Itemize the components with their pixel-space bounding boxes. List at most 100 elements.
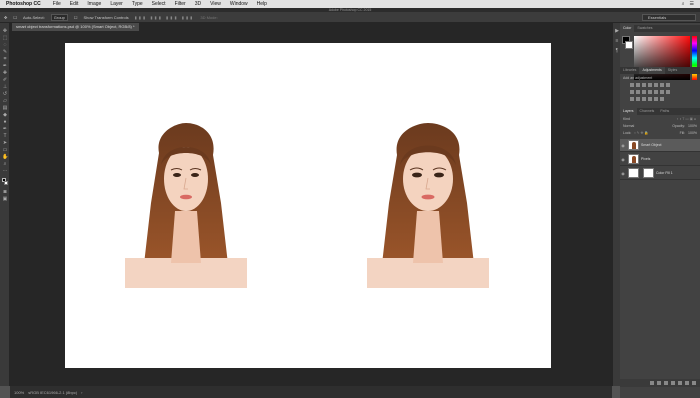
path-select-tool-icon[interactable]: ➤ [2, 141, 8, 146]
fill-value[interactable]: 100% [688, 131, 697, 135]
fx-icon[interactable] [657, 381, 661, 385]
right-panels: Color Swatches Libraries Adjustments Sty… [620, 23, 700, 398]
auto-select-label: Auto-Select: [22, 14, 45, 20]
layer-row-pixels[interactable]: ◉ Pixels [620, 153, 700, 166]
marquee-tool-icon[interactable]: ⬚ [2, 36, 8, 41]
adjustment-hint: Add an adjustment [623, 76, 653, 80]
layer-thumbnail [628, 140, 639, 150]
layer-row-smart-object[interactable]: ◉ Smart Object [620, 139, 700, 152]
document-tab-bar: smart object transformations.psd @ 100% … [10, 23, 622, 31]
app-menu[interactable]: Photoshop CC [6, 1, 41, 7]
stamp-tool-icon[interactable]: ⊥ [2, 85, 8, 90]
blend-mode-dropdown[interactable]: Normal [623, 124, 634, 128]
filter-icons[interactable]: ▪ ◑ T ▭ ▣ ● [677, 117, 696, 121]
link-icon[interactable] [650, 381, 654, 385]
menu-filter[interactable]: Filter [175, 1, 186, 7]
align-icons[interactable]: ▮▮▮ ▮▮▮ ▮▮▮ ▮▮▮ [135, 15, 195, 20]
dodge-tool-icon[interactable]: ● [2, 120, 8, 125]
menu-icon[interactable]: ☰ [690, 1, 694, 7]
tab-layers[interactable]: Layers [620, 108, 637, 115]
eye-icon[interactable]: ◉ [620, 143, 626, 148]
background-color-swatch[interactable] [625, 41, 633, 49]
menu-select[interactable]: Select [152, 1, 166, 7]
adjustment-icons-row-2[interactable] [630, 90, 670, 94]
quick-select-tool-icon[interactable]: ✎ [2, 50, 8, 55]
adjustment-icon[interactable] [671, 381, 675, 385]
tab-adjustments[interactable]: Adjustments [639, 67, 665, 74]
layers-panel-tabs: Layers Channels Paths [620, 108, 700, 115]
brush-tool-icon[interactable]: ✐ [2, 78, 8, 83]
lock-label: Lock: [623, 131, 632, 135]
menu-image[interactable]: Image [87, 1, 101, 7]
gradient-tool-icon[interactable]: ▤ [2, 106, 8, 111]
chevron-right-icon[interactable]: › [81, 390, 82, 395]
trash-icon[interactable] [692, 381, 696, 385]
document-info[interactable]: sRGB IEC61966-2.1 (8bpc) [28, 390, 77, 395]
color-swatches-icon[interactable] [2, 178, 8, 187]
collapsed-panels: ▶ ≡ ¶ [612, 23, 620, 386]
transform-controls-checkbox[interactable]: ☐ [74, 15, 78, 20]
tab-paths[interactable]: Paths [657, 108, 672, 115]
healing-tool-icon[interactable]: ✚ [2, 71, 8, 76]
menu-type[interactable]: Type [132, 1, 143, 7]
workspace-switcher[interactable]: Essentials [642, 14, 696, 21]
adjustment-icons-row-1[interactable] [630, 83, 670, 87]
pen-tool-icon[interactable]: ✒ [2, 127, 8, 132]
more-tools-icon[interactable]: ··· [2, 169, 8, 174]
adjustment-icons-row-3[interactable] [630, 97, 664, 101]
menu-file[interactable]: File [53, 1, 61, 7]
menu-view[interactable]: View [210, 1, 221, 7]
tab-color[interactable]: Color [620, 25, 635, 32]
layer-row-color-fill[interactable]: ◉ Color Fill 1 [620, 167, 700, 180]
menu-help[interactable]: Help [257, 1, 267, 7]
status-bar: 100% sRGB IEC61966-2.1 (8bpc) › [10, 386, 612, 398]
tab-styles[interactable]: Styles [665, 67, 681, 74]
portrait-right-image [367, 123, 489, 288]
search-icon[interactable]: ⌕ [682, 1, 685, 7]
hand-tool-icon[interactable]: ✋ [2, 155, 8, 160]
layers-panel-actions [620, 379, 700, 387]
history-brush-icon[interactable]: ↺ [2, 92, 8, 97]
zoom-tool-icon[interactable]: ⌕ [2, 162, 8, 167]
eyedropper-tool-icon[interactable]: ✒ [2, 64, 8, 69]
crop-tool-icon[interactable]: ⌗ [2, 57, 8, 62]
mode-3d-label: 3D Mode: [200, 14, 218, 20]
blur-tool-icon[interactable]: ◆ [2, 113, 8, 118]
type-tool-icon[interactable]: T [2, 134, 8, 139]
tab-channels[interactable]: Channels [637, 108, 658, 115]
menu-3d[interactable]: 3D [195, 1, 201, 7]
kind-filter-dropdown[interactable]: Kind [623, 117, 630, 121]
layer-name: Pixels [641, 157, 651, 161]
eraser-tool-icon[interactable]: ▱ [2, 99, 8, 104]
lasso-tool-icon[interactable]: ◌ [2, 43, 8, 48]
new-layer-icon[interactable] [685, 381, 689, 385]
menu-window[interactable]: Window [230, 1, 248, 7]
tab-libraries[interactable]: Libraries [620, 67, 639, 74]
eye-icon[interactable]: ◉ [620, 157, 626, 162]
eye-icon[interactable]: ◉ [620, 171, 626, 176]
document-canvas[interactable] [65, 43, 551, 368]
tab-swatches[interactable]: Swatches [634, 25, 655, 32]
mask-icon[interactable] [664, 381, 668, 385]
document-tab[interactable]: smart object transformations.psd @ 100% … [12, 23, 139, 31]
quick-mask-icon[interactable]: ◙ [2, 190, 8, 195]
blend-row: Normal Opacity: 100% [620, 124, 700, 128]
menu-layer[interactable]: Layer [110, 1, 123, 7]
move-tool-icon[interactable]: ✥ [4, 15, 7, 20]
system-tray: ⌕ ☰ [682, 0, 694, 8]
lock-icons[interactable]: ▪ ✎ ✥ 🔒 [634, 131, 648, 135]
color-panel-tabs: Color Swatches [620, 25, 700, 32]
lock-row: Lock: ▪ ✎ ✥ 🔒 Fill: 100% [620, 131, 700, 135]
layer-name: Smart Object [641, 143, 662, 147]
portrait-left-image [125, 123, 247, 288]
menu-edit[interactable]: Edit [70, 1, 79, 7]
auto-select-checkbox[interactable]: ☐ [13, 15, 17, 20]
zoom-level[interactable]: 100% [14, 390, 24, 395]
opacity-value[interactable]: 100% [688, 124, 697, 128]
screen-mode-icon[interactable]: ▣ [2, 197, 8, 202]
shape-tool-icon[interactable]: ▭ [2, 148, 8, 153]
move-tool-icon[interactable]: ✥ [2, 29, 8, 34]
layer-filter-row: Kind ▪ ◑ T ▭ ▣ ● [620, 117, 700, 121]
auto-select-dropdown[interactable]: Group [50, 13, 68, 21]
folder-icon[interactable] [678, 381, 682, 385]
